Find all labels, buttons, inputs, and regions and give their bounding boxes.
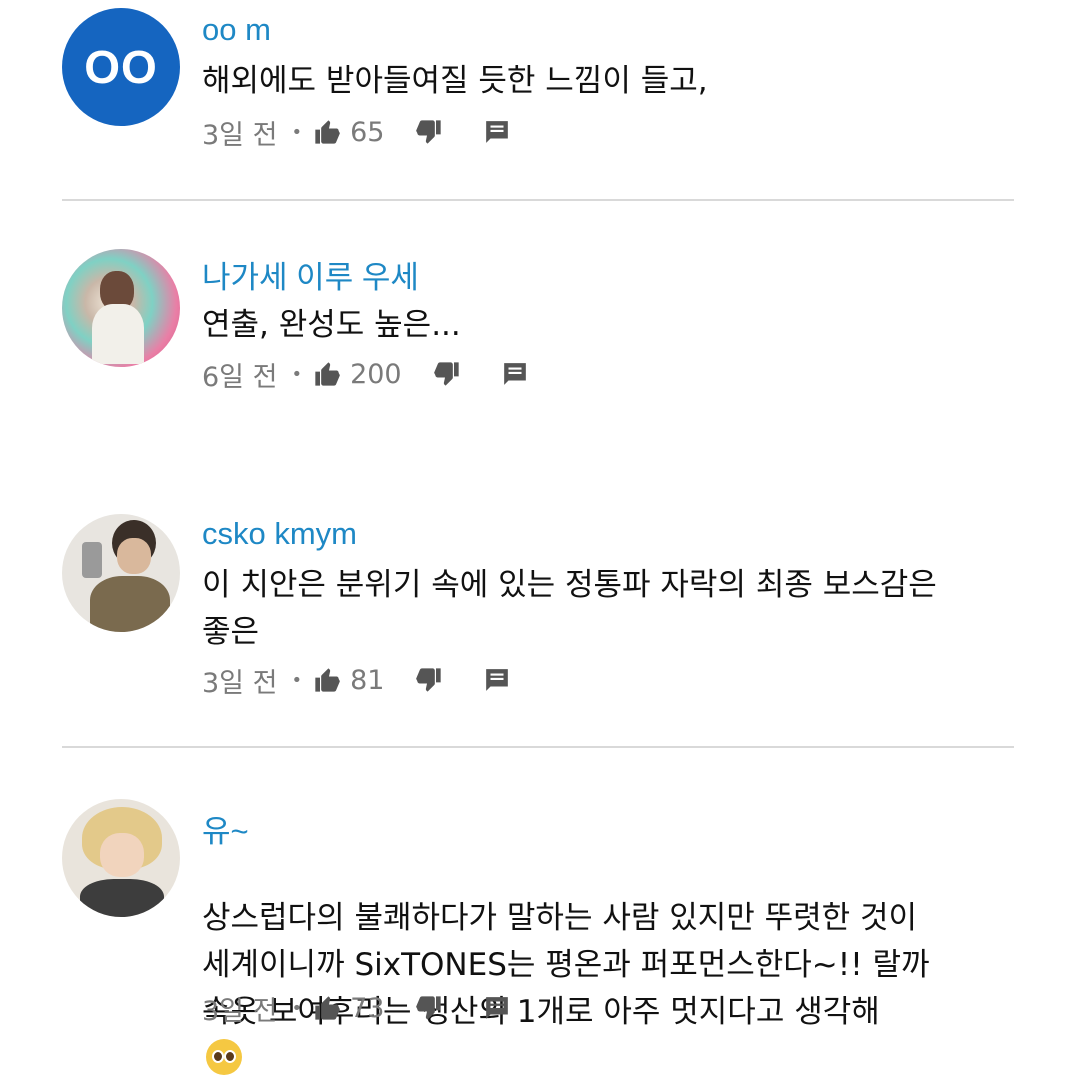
pleading-face-emoji: [206, 1039, 242, 1075]
comment-time: 3일 전: [202, 995, 278, 1027]
meta-dot: •: [291, 363, 303, 385]
meta-dot: •: [291, 121, 303, 143]
avatar[interactable]: OO: [62, 8, 180, 126]
comment-text: 연출, 완성도 높은...: [202, 307, 461, 343]
reply-icon[interactable]: [502, 361, 528, 387]
comment-author[interactable]: csko kmym: [202, 516, 357, 552]
comment-author[interactable]: oo m: [202, 12, 271, 48]
avatar[interactable]: [62, 514, 180, 632]
meta-dot: •: [291, 997, 303, 1019]
like-count: 200: [350, 358, 402, 390]
thumbs-up-icon[interactable]: [312, 666, 342, 694]
comment-time: 3일 전: [202, 119, 278, 151]
thumbs-down-icon[interactable]: [414, 994, 444, 1022]
avatar[interactable]: [62, 249, 180, 367]
reply-icon[interactable]: [484, 119, 510, 145]
meta-dot: •: [291, 669, 303, 691]
like-count: 73: [350, 992, 385, 1024]
thumbs-up-icon[interactable]: [312, 360, 342, 388]
comment-author[interactable]: 나가세 이루 우세: [202, 252, 419, 297]
like-count: 65: [350, 116, 385, 148]
thumbs-down-icon[interactable]: [414, 666, 444, 694]
divider: [62, 746, 1014, 748]
avatar-initials: OO: [84, 41, 158, 93]
reply-icon[interactable]: [484, 995, 510, 1021]
reply-icon[interactable]: [484, 667, 510, 693]
comment-author[interactable]: 유~: [202, 806, 249, 851]
comment-time: 6일 전: [202, 361, 278, 393]
thumbs-down-icon[interactable]: [432, 360, 462, 388]
comment-meta: 3일 전 • 81: [202, 660, 510, 700]
thumbs-up-icon[interactable]: [312, 118, 342, 146]
avatar[interactable]: [62, 799, 180, 917]
comment-text: 해외에도 받아들여질 듯한 느낌이 들고,: [202, 63, 708, 99]
thumbs-up-icon[interactable]: [312, 994, 342, 1022]
comment-text: 이 치안은 분위기 속에 있는 정통파 자락의 최종 보스감은 좋은: [202, 567, 937, 650]
like-count: 81: [350, 664, 385, 696]
comment-time: 3일 전: [202, 667, 278, 699]
comment-meta: 3일 전 • 73: [202, 988, 510, 1028]
divider: [62, 199, 1014, 201]
comment-meta: 6일 전 • 200: [202, 354, 528, 394]
comment-meta: 3일 전 • 65: [202, 112, 510, 152]
thumbs-down-icon[interactable]: [414, 118, 444, 146]
